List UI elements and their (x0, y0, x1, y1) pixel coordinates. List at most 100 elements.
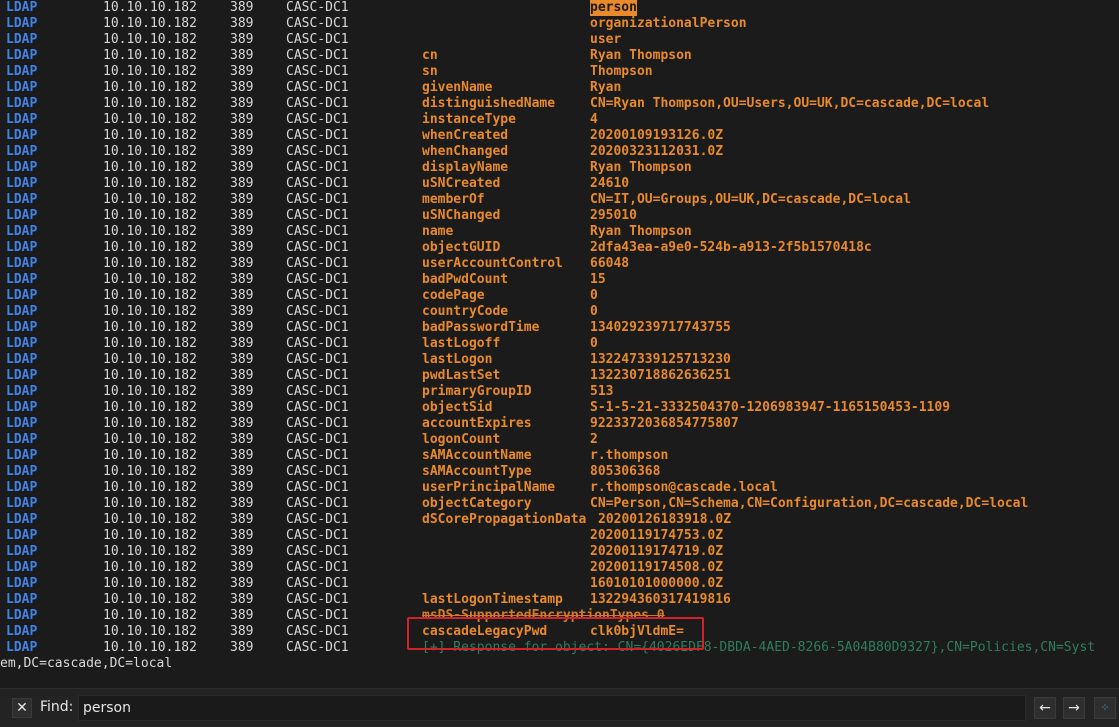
arrow-left-icon[interactable]: ← (1034, 697, 1056, 719)
host-cell: CASC-DC1 (286, 96, 349, 111)
port-cell: 389 (230, 400, 254, 415)
port-cell: 389 (230, 640, 254, 655)
terminal-row: LDAP 10.10.10.182 389 CASC-DC1 cn Ryan Thomps… (0, 48, 1119, 64)
terminal-row: LDAP 10.10.10.182 389 CASC-DC1 userPrincipal… (0, 480, 1119, 496)
attribute-name: name (422, 224, 454, 239)
terminal-row: LDAP 10.10.10.182 389 CASC-DC1 pwdLastSet 132… (0, 368, 1119, 384)
port-cell: 389 (230, 272, 254, 287)
protocol-cell: LDAP (6, 496, 38, 511)
protocol-cell: LDAP (6, 352, 38, 367)
host-cell: CASC-DC1 (286, 432, 349, 447)
attribute-value: r.thompson (590, 448, 669, 463)
terminal-row: LDAP 10.10.10.182 389 CASC-DC1 accountExpire… (0, 416, 1119, 432)
attribute-name: pwdLastSet (422, 368, 501, 383)
attribute-name: lastLogonTimestamp (422, 592, 563, 607)
protocol-cell: LDAP (6, 480, 38, 495)
protocol-cell: LDAP (6, 624, 38, 639)
terminal-row: LDAP 10.10.10.182 389 CASC-DC1 userAccountCo… (0, 256, 1119, 272)
terminal-row: LDAP 10.10.10.182 389 CASC-DC1 lastLogonTime… (0, 592, 1119, 608)
attribute-value: Ryan Thompson (590, 224, 692, 239)
port-cell: 389 (230, 176, 254, 191)
port-cell: 389 (230, 336, 254, 351)
attribute-value: CN=Person,CN=Schema,CN=Configuration,DC=… (590, 496, 1029, 511)
port-cell: 389 (230, 224, 254, 239)
attribute-name: userAccountControl (422, 256, 563, 271)
port-cell: 389 (230, 288, 254, 303)
attribute-value: 20200323112031.0Z (590, 144, 724, 159)
port-cell: 389 (230, 80, 254, 95)
ip-cell: 10.10.10.182 (103, 496, 197, 511)
host-cell: CASC-DC1 (286, 112, 349, 127)
attribute-value: Ryan Thompson (590, 48, 692, 63)
attribute-value: 20200119174753.0Z (590, 528, 724, 543)
attribute-value: Ryan (590, 80, 622, 95)
port-cell: 389 (230, 48, 254, 63)
host-cell: CASC-DC1 (286, 80, 349, 95)
terminal-row: LDAP 10.10.10.182 389 CASC-DC1 instanceType 4 (0, 112, 1119, 128)
protocol-cell: LDAP (6, 48, 38, 63)
host-cell: CASC-DC1 (286, 368, 349, 383)
protocol-cell: LDAP (6, 288, 38, 303)
host-cell: CASC-DC1 (286, 480, 349, 495)
ip-cell: 10.10.10.182 (103, 80, 197, 95)
host-cell: CASC-DC1 (286, 528, 349, 543)
wrapped-text: em,DC=cascade,DC=local (0, 656, 173, 671)
ip-cell: 10.10.10.182 (103, 368, 197, 383)
host-cell: CASC-DC1 (286, 48, 349, 63)
protocol-cell: LDAP (6, 240, 38, 255)
find-options-icon[interactable]: ⁘ (1094, 697, 1116, 719)
ip-cell: 10.10.10.182 (103, 544, 197, 559)
attribute-name: objectGUID (422, 240, 501, 255)
ip-cell: 10.10.10.182 (103, 112, 197, 127)
attribute-value: S-1-5-21-3332504370-1206983947-116515045… (590, 400, 951, 415)
protocol-cell: LDAP (6, 272, 38, 287)
protocol-cell: LDAP (6, 384, 38, 399)
host-cell: CASC-DC1 (286, 16, 349, 31)
close-icon[interactable]: ✕ (12, 698, 32, 718)
attribute-value: 134029239717743755 (590, 320, 731, 335)
attribute-value: 132294360317419816 (590, 592, 731, 607)
protocol-cell: LDAP (6, 192, 38, 207)
terminal-row: LDAP 10.10.10.182 389 CASC-DC1 sn Thompson (0, 64, 1119, 80)
protocol-cell: LDAP (6, 368, 38, 383)
attribute-value: CN=IT,OU=Groups,OU=UK,DC=cascade,DC=loca… (590, 192, 911, 207)
ip-cell: 10.10.10.182 (103, 416, 197, 431)
protocol-cell: LDAP (6, 128, 38, 143)
protocol-cell: LDAP (6, 256, 38, 271)
attribute-value: 20200109193126.0Z (590, 128, 724, 143)
attribute-value: user (590, 32, 622, 47)
wrapped-line: em,DC=cascade,DC=local (0, 656, 1119, 672)
ip-cell: 10.10.10.182 (103, 16, 197, 31)
host-cell: CASC-DC1 (286, 624, 349, 639)
ip-cell: 10.10.10.182 (103, 0, 197, 15)
attribute-name: objectSid (422, 400, 493, 415)
port-cell: 389 (230, 16, 254, 31)
ip-cell: 10.10.10.182 (103, 272, 197, 287)
host-cell: CASC-DC1 (286, 560, 349, 575)
terminal-row: LDAP 10.10.10.182 389 CASC-DC1 distinguished… (0, 96, 1119, 112)
find-label: Find: (40, 699, 74, 715)
ip-cell: 10.10.10.182 (103, 240, 197, 255)
attribute-value: organizationalPerson (590, 16, 747, 31)
host-cell: CASC-DC1 (286, 144, 349, 159)
attribute-value: Ryan Thompson (590, 160, 692, 175)
ip-cell: 10.10.10.182 (103, 176, 197, 191)
protocol-cell: LDAP (6, 160, 38, 175)
attribute-name: countryCode (422, 304, 509, 319)
arrow-right-icon[interactable]: → (1063, 697, 1085, 719)
terminal-row: LDAP 10.10.10.182 389 CASC-DC1 logonCount 2 (0, 432, 1119, 448)
port-cell: 389 (230, 320, 254, 335)
protocol-cell: LDAP (6, 544, 38, 559)
port-cell: 389 (230, 496, 254, 511)
host-cell: CASC-DC1 (286, 256, 349, 271)
attribute-value: person (590, 0, 637, 16)
protocol-cell: LDAP (6, 528, 38, 543)
terminal-row: LDAP 10.10.10.182 389 CASC-DC1 givenName Ryan (0, 80, 1119, 96)
attribute-value: 0 (590, 304, 598, 319)
find-input[interactable] (78, 695, 1026, 721)
protocol-cell: LDAP (6, 336, 38, 351)
terminal-row: LDAP 10.10.10.182 389 CASC-DC1 badPwdCount 15 (0, 272, 1119, 288)
ip-cell: 10.10.10.182 (103, 528, 197, 543)
ip-cell: 10.10.10.182 (103, 384, 197, 399)
terminal-row: LDAP 10.10.10.182 389 CASC-DC1 codePage 0 (0, 288, 1119, 304)
